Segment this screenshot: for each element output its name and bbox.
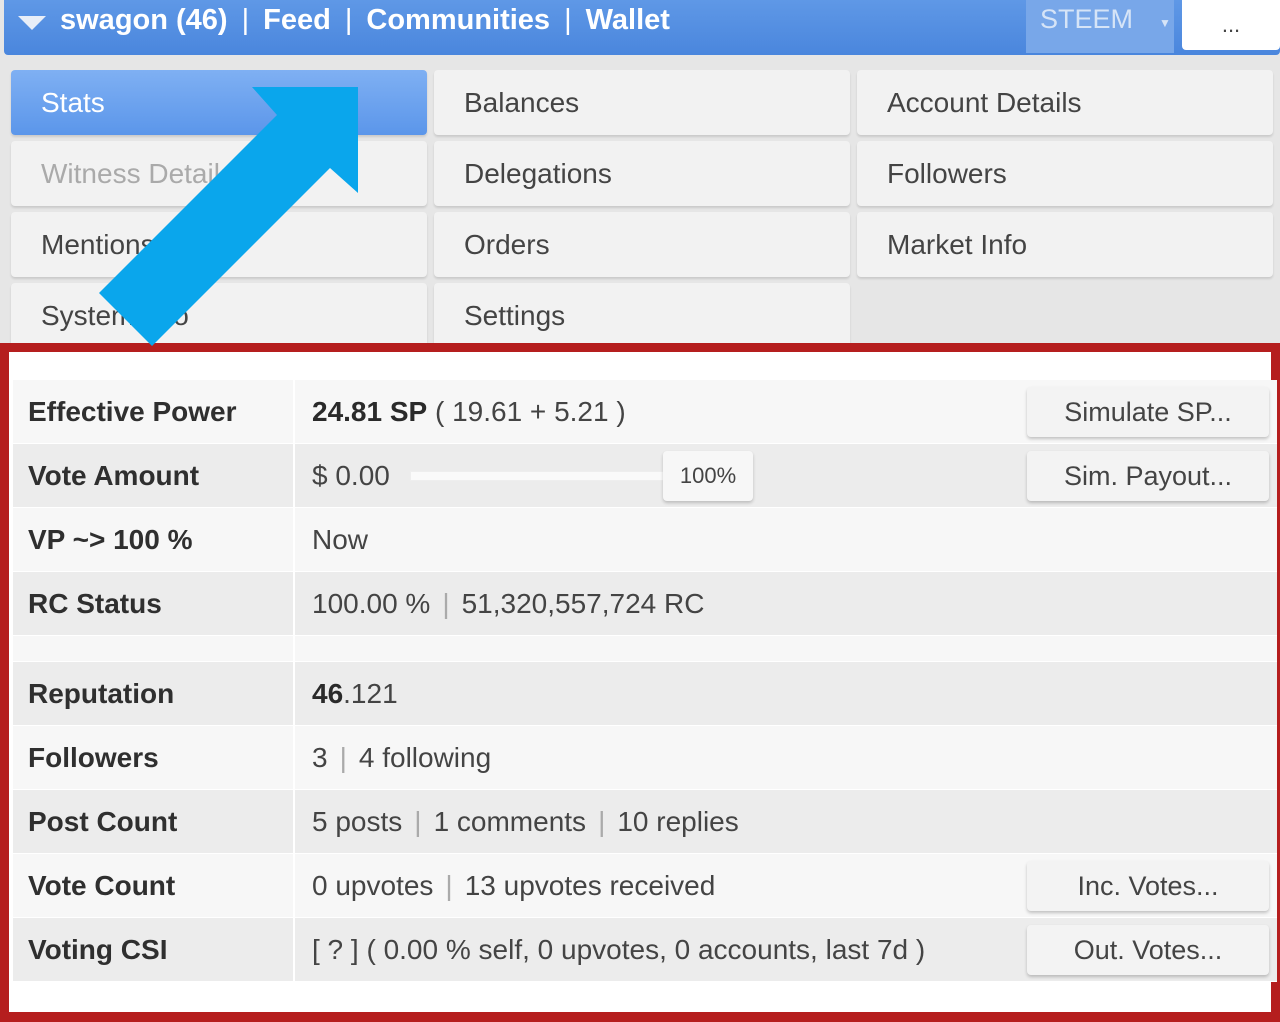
menu-stats[interactable]: Stats: [11, 70, 427, 135]
more-button[interactable]: ...: [1182, 0, 1280, 50]
row-label: RC Status: [13, 572, 295, 635]
row-label: VP ~> 100 %: [13, 508, 295, 571]
dropdown-triangle-icon[interactable]: [18, 15, 46, 30]
stats-row-spacer: [13, 636, 1277, 662]
stats-row-vp: VP ~> 100 % Now: [13, 508, 1277, 572]
stats-row-post-count: Post Count 5 posts | 1 comments | 10 rep…: [13, 790, 1277, 854]
section-menu: Stats Balances Account Details Witness D…: [0, 60, 1280, 350]
nav-feed[interactable]: Feed: [263, 4, 331, 37]
caret-down-icon: ▼: [1159, 16, 1171, 30]
row-label: Effective Power: [13, 380, 295, 443]
vote-amount-value: $ 0.00: [312, 459, 390, 491]
row-value: 5 posts | 1 comments | 10 replies: [295, 790, 1277, 853]
reputation-fraction: .121: [343, 677, 398, 709]
row-label: Vote Amount: [13, 444, 295, 507]
stats-row-followers: Followers 3 | 4 following: [13, 726, 1277, 790]
upvotes-count: 0 upvotes: [312, 869, 434, 901]
outgoing-votes-button[interactable]: Out. Votes...: [1027, 925, 1269, 975]
nav-separator: |: [344, 4, 353, 36]
menu-mentions[interactable]: Mentions: [11, 212, 427, 277]
rc-percent: 100.00 %: [312, 587, 431, 619]
row-value: 3 | 4 following: [295, 726, 1277, 789]
stats-row-vote-count: Vote Count 0 upvotes | 13 upvotes receiv…: [13, 854, 1277, 918]
menu-settings[interactable]: Settings: [434, 283, 850, 348]
row-label: Followers: [13, 726, 295, 789]
followers-count: 3: [312, 741, 328, 773]
top-bar: swagon (46) | Feed | Communities | Walle…: [4, 0, 1280, 55]
following-count: 4 following: [358, 741, 492, 773]
row-value: 0 upvotes | 13 upvotes received Inc. Vot…: [295, 854, 1277, 917]
stats-row-reputation: Reputation 46.121: [13, 662, 1277, 726]
nav-wallet[interactable]: Wallet: [586, 4, 670, 37]
simulate-sp-button[interactable]: Simulate SP...: [1027, 387, 1269, 437]
row-label: Post Count: [13, 790, 295, 853]
menu-orders[interactable]: Orders: [434, 212, 850, 277]
replies-count: 10 replies: [617, 805, 739, 837]
currency-label: STEEM: [1040, 4, 1134, 34]
row-value: 46.121: [295, 662, 1277, 725]
value-separator: |: [414, 805, 422, 837]
reputation-whole: 46: [312, 677, 344, 709]
value-separator: |: [442, 587, 450, 619]
value-separator: |: [339, 741, 347, 773]
nav-account[interactable]: swagon (46): [60, 4, 228, 37]
nav-separator: |: [564, 4, 572, 36]
effective-sp: 24.81 SP: [312, 395, 428, 427]
top-nav: swagon (46) | Feed | Communities | Walle…: [4, 0, 670, 55]
row-label-empty: [13, 636, 295, 661]
vote-weight-percent-button[interactable]: 100%: [663, 451, 753, 501]
stats-row-effective-power: Effective Power 24.81 SP ( 19.61 + 5.21 …: [13, 380, 1277, 444]
vote-weight-slider[interactable]: [410, 471, 666, 481]
menu-balances[interactable]: Balances: [434, 70, 850, 135]
stats-row-vote-amount: Vote Amount $ 0.00 100% Sim. Payout...: [13, 444, 1277, 508]
menu-delegations[interactable]: Delegations: [434, 141, 850, 206]
row-label: Voting CSI: [13, 918, 295, 981]
nav-separator: |: [241, 4, 250, 36]
stats-row-rc-status: RC Status 100.00 % | 51,320,557,724 RC: [13, 572, 1277, 636]
stats-row-voting-csi: Voting CSI [ ? ] ( 0.00 % self, 0 upvote…: [13, 918, 1277, 982]
highlight-frame: Effective Power 24.81 SP ( 19.61 + 5.21 …: [0, 343, 1280, 1022]
menu-system-info[interactable]: System Info: [11, 283, 427, 348]
rc-amount: 51,320,557,724 RC: [461, 587, 705, 619]
sim-payout-button[interactable]: Sim. Payout...: [1027, 451, 1269, 501]
row-value: [ ? ] ( 0.00 % self, 0 upvotes, 0 accoun…: [295, 918, 1277, 981]
nav-communities[interactable]: Communities: [366, 4, 550, 37]
row-label: Reputation: [13, 662, 295, 725]
menu-market-info[interactable]: Market Info: [857, 212, 1273, 277]
row-value: $ 0.00 100% Sim. Payout...: [295, 444, 1277, 507]
menu-followers[interactable]: Followers: [857, 141, 1273, 206]
value-separator: |: [445, 869, 453, 901]
row-value-empty: [295, 636, 1277, 661]
stats-table: Effective Power 24.81 SP ( 19.61 + 5.21 …: [13, 380, 1277, 982]
incoming-votes-button[interactable]: Inc. Votes...: [1027, 861, 1269, 911]
menu-witness-details: Witness Details: [11, 141, 427, 206]
sp-breakdown: ( 19.61 + 5.21 ): [434, 395, 626, 427]
row-value: Now: [312, 523, 369, 555]
currency-select[interactable]: STEEM ▼: [1026, 0, 1174, 53]
row-value: 100.00 % | 51,320,557,724 RC: [295, 572, 1277, 635]
row-value: 24.81 SP ( 19.61 + 5.21 ) Simulate SP...: [295, 380, 1277, 443]
value-separator: |: [598, 805, 606, 837]
voting-csi-value: [ ? ] ( 0.00 % self, 0 upvotes, 0 accoun…: [312, 933, 926, 965]
comments-count: 1 comments: [433, 805, 587, 837]
upvotes-received: 13 upvotes received: [464, 869, 716, 901]
row-label: Vote Count: [13, 854, 295, 917]
posts-count: 5 posts: [312, 805, 403, 837]
menu-account-details[interactable]: Account Details: [857, 70, 1273, 135]
